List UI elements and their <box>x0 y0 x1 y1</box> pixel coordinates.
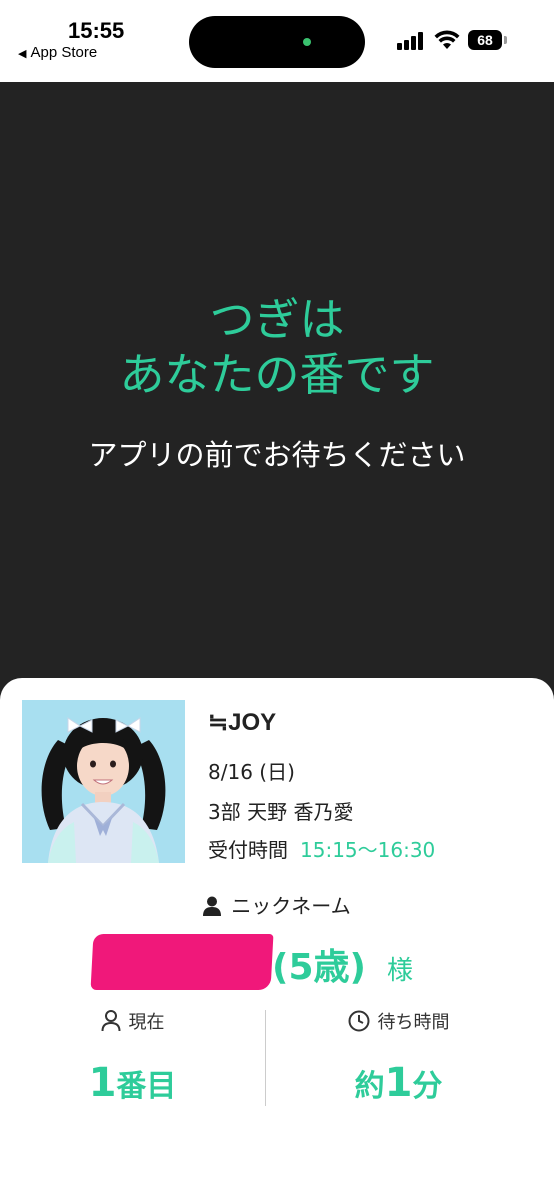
wait-label: 待ち時間 <box>377 1012 450 1033</box>
current-number: 1 <box>88 1060 117 1106</box>
group-name: ≒JOY <box>208 709 277 736</box>
nickname-label: ニックネーム <box>231 894 351 918</box>
wait-time-value: 約1分 <box>266 1060 531 1106</box>
current-position: 現在 1番目 <box>0 1008 265 1106</box>
customer-age: (5歳) <box>272 947 366 988</box>
customer-name: (5歳) 様 <box>0 928 554 998</box>
next-turn-banner: つぎは あなたの番です アプリの前でお待ちください <box>0 82 554 742</box>
current-position-value: 1番目 <box>0 1060 265 1106</box>
battery-icon: 68 <box>468 30 502 50</box>
hero-title-line1: つぎは <box>209 293 345 346</box>
honorific: 様 <box>387 956 414 986</box>
member-photo <box>22 700 185 863</box>
session-member: 3部 天野 香乃愛 <box>208 800 354 824</box>
back-label: App Store <box>30 44 98 61</box>
hero-title: つぎは あなたの番です <box>0 292 554 402</box>
status-bar: 15:55 ◀ App Store 68 <box>0 0 554 82</box>
status-time: 15:55 <box>68 18 125 43</box>
current-suffix: 番目 <box>116 1069 177 1104</box>
event-date: 8/16 (日) <box>208 760 295 784</box>
hero-title-line2: あなたの番です <box>119 348 435 401</box>
wait-time: 待ち時間 約1分 <box>266 1008 531 1106</box>
battery-cap <box>504 36 507 44</box>
wait-suffix: 分 <box>412 1069 443 1104</box>
current-label: 現在 <box>128 1012 165 1033</box>
person-outline-icon <box>101 1010 120 1032</box>
back-to-app-store[interactable]: ◀ App Store <box>18 44 97 61</box>
nickname-row: ニックネーム <box>0 890 554 919</box>
wait-number: 1 <box>384 1060 413 1106</box>
wait-prefix: 約 <box>354 1069 385 1104</box>
reception-label: 受付時間 <box>208 838 288 862</box>
back-arrow-icon: ◀ <box>18 48 27 60</box>
dynamic-island <box>189 16 365 68</box>
reception-time: 受付時間 15:15〜16:30 <box>208 834 435 863</box>
signal-icon <box>397 32 427 50</box>
person-icon <box>203 896 222 916</box>
clock-icon <box>348 1010 369 1032</box>
ticket-card: ≒JOY 8/16 (日) 3部 天野 香乃愛 受付時間 15:15〜16:30 … <box>0 678 554 1200</box>
camera-indicator-icon <box>303 38 311 46</box>
reception-time-value: 15:15〜16:30 <box>300 838 436 862</box>
redacted-nickname <box>90 934 274 990</box>
wifi-icon <box>434 30 460 49</box>
hero-subtitle: アプリの前でお待ちください <box>88 438 466 472</box>
